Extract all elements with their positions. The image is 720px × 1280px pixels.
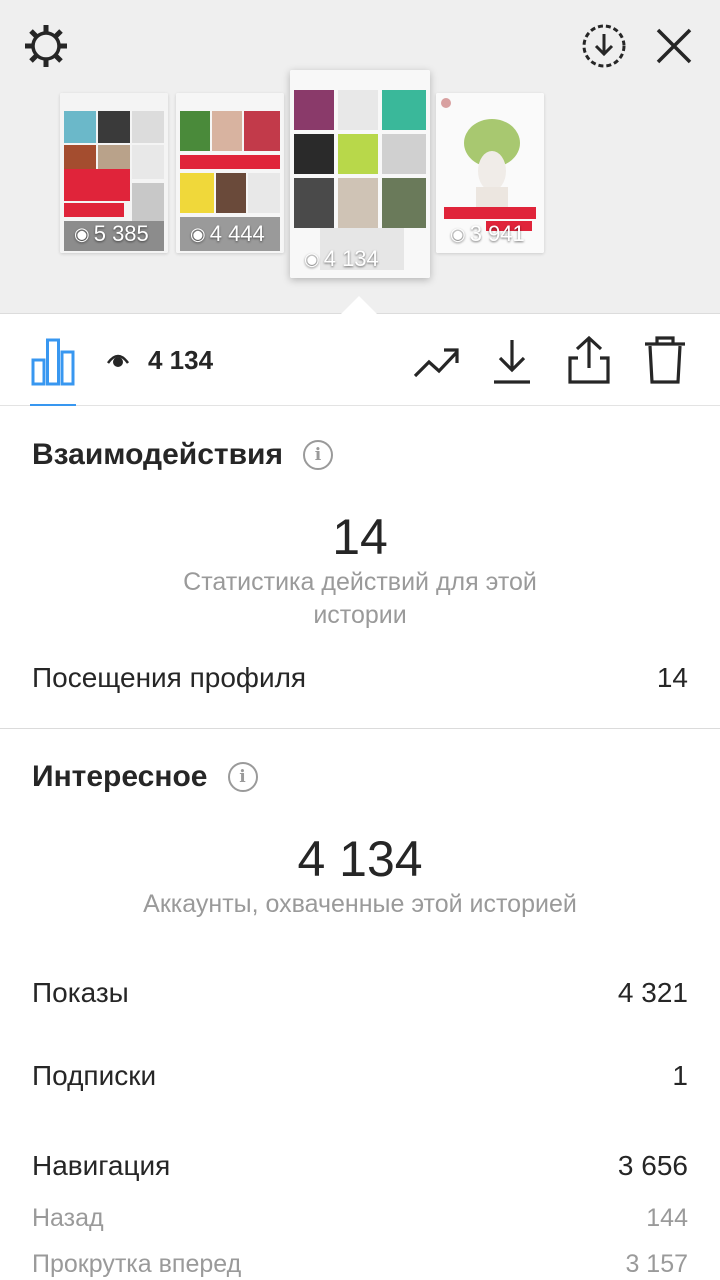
eye-icon [106, 345, 130, 376]
stat-value: 3 157 [625, 1250, 688, 1278]
stat-value: 4 321 [617, 977, 688, 1008]
section-divider [0, 728, 720, 729]
stat-label: Назад [32, 1204, 104, 1232]
stat-row-back: Назад 144 [32, 1204, 688, 1233]
reach-count: 4 134 [148, 344, 214, 375]
stat-label: Посещения профиля [32, 662, 307, 693]
trash-icon[interactable] [642, 334, 688, 386]
thumbnail-views: ◉ 4 134 [304, 246, 379, 272]
active-tab-indicator [30, 404, 76, 406]
interactions-heading: Взаимодействия i [32, 438, 333, 472]
stat-value: 14 [656, 662, 688, 693]
story-thumbnail-selected[interactable]: ◉ 4 134 [290, 70, 430, 278]
interactions-total: 14 [332, 509, 388, 565]
share-icon[interactable] [566, 334, 612, 386]
stat-value: 144 [646, 1204, 688, 1232]
download-icon[interactable] [490, 336, 534, 386]
bar-chart-icon[interactable] [30, 336, 76, 386]
info-icon[interactable]: i [227, 762, 258, 792]
reach-summary: 4 134 [106, 344, 213, 376]
eye-icon: ◉ [304, 248, 320, 269]
thumbnail-views: ◉ 4 444 [190, 221, 265, 247]
discovery-heading: Интересное i [32, 760, 258, 794]
stat-row-profile-visits: Посещения профиля 14 [32, 662, 688, 694]
stat-row-navigation: Навигация 3 656 [32, 1150, 688, 1182]
interactions-caption: Статистика действий для этой истории [183, 568, 537, 629]
stat-label: Подписки [32, 1060, 157, 1091]
trend-up-icon[interactable] [412, 338, 460, 384]
story-thumbnail[interactable]: ◉ 4 444 [176, 93, 284, 253]
thumbnail-views: ◉ 3 941 [450, 221, 525, 247]
stat-value: 3 656 [617, 1150, 688, 1181]
story-thumbnail[interactable]: ◉ 5 385 [60, 93, 168, 253]
stat-value: 1 [672, 1060, 688, 1091]
discovery-total: 4 134 [297, 831, 423, 887]
story-thumbnail[interactable]: ◉ 3 941 [436, 93, 544, 253]
thumbnail-views-count: 5 385 [93, 221, 149, 246]
thumbnail-views-count: 4 134 [323, 246, 379, 271]
eye-icon: ◉ [450, 223, 466, 244]
interactions-title: Взаимодействия [32, 438, 283, 471]
stat-row-impressions: Показы 4 321 [32, 977, 688, 1009]
stat-label: Навигация [32, 1150, 171, 1181]
eye-icon: ◉ [74, 223, 90, 244]
story-preview-area: ◉ 5 385 ◉ 4 444 ◉ 4 134 ◉ 3 941 [0, 0, 720, 314]
stat-row-follows: Подписки 1 [32, 1060, 688, 1092]
stat-label: Прокрутка вперед [32, 1250, 242, 1278]
info-icon[interactable]: i [302, 440, 333, 470]
discovery-caption: Аккаунты, охваченные этой историей [143, 890, 577, 918]
insights-toolbar: 4 134 [0, 314, 720, 406]
eye-icon: ◉ [190, 223, 206, 244]
thumbnail-views-count: 3 941 [469, 221, 525, 246]
thumbnail-views-count: 4 444 [209, 221, 265, 246]
selected-story-caret [339, 296, 379, 316]
thumbnail-views: ◉ 5 385 [74, 221, 149, 247]
stat-label: Показы [32, 977, 129, 1008]
stat-row-forward: Прокрутка вперед 3 157 [32, 1250, 688, 1279]
story-thumbnails: ◉ 5 385 ◉ 4 444 ◉ 4 134 ◉ 3 941 [0, 0, 720, 314]
discovery-title: Интересное [32, 760, 208, 793]
